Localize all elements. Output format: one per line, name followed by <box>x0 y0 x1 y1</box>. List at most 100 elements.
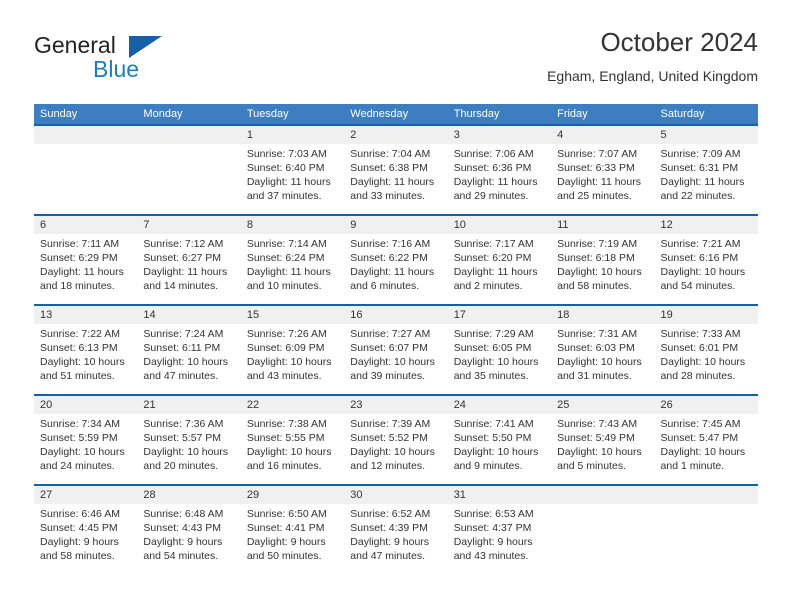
calendar-day-cell[interactable]: 31 Sunrise: 6:53 AM Sunset: 4:37 PM Dayligh… <box>447 486 552 574</box>
calendar-day-cell[interactable]: 3 Sunrise: 7:06 AM Sunset: 6:36 PM Daylight… <box>447 126 552 214</box>
daylight-text-line2: and 58 minutes. <box>40 550 115 562</box>
calendar-day-cell[interactable]: 21 Sunrise: 7:36 AM Sunset: 5:57 PM Dayligh… <box>137 396 241 484</box>
day-number: 30 <box>350 489 363 501</box>
daylight-text-line2: and 20 minutes. <box>143 460 219 472</box>
calendar-day-cell[interactable]: 8 Sunrise: 7:14 AM Sunset: 6:24 PM Daylight… <box>240 216 345 304</box>
calendar-day-cell[interactable]: 25 Sunrise: 7:43 AM Sunset: 5:49 PM Dayligh… <box>551 396 655 484</box>
daylight-text-line2: and 39 minutes. <box>350 370 425 382</box>
day-details: Sunrise: 7:19 AM Sunset: 6:18 PM Daylight:… <box>551 234 654 293</box>
calendar-week-row: 27 Sunrise: 6:46 AM Sunset: 4:45 PM Dayligh… <box>34 484 758 574</box>
daylight-text-line1: Daylight: 10 hours <box>557 446 642 458</box>
sunrise-text: Sunrise: 7:39 AM <box>350 418 431 430</box>
calendar-day-cell[interactable]: 2 Sunrise: 7:04 AM Sunset: 6:38 PM Daylight… <box>344 126 448 214</box>
sunset-text: Sunset: 6:33 PM <box>557 162 635 174</box>
calendar-day-cell[interactable]: 29 Sunrise: 6:50 AM Sunset: 4:41 PM Dayligh… <box>240 486 345 574</box>
daylight-text-line2: and 28 minutes. <box>660 370 736 382</box>
daylight-text-line1: Daylight: 10 hours <box>453 446 539 458</box>
calendar-day-cell[interactable]: 14 Sunrise: 7:24 AM Sunset: 6:11 PM Dayligh… <box>137 306 241 394</box>
calendar-day-cell[interactable]: 4 Sunrise: 7:07 AM Sunset: 6:33 PM Daylight… <box>551 126 655 214</box>
day-number-band: 12 <box>654 216 758 234</box>
sunrise-text: Sunrise: 7:33 AM <box>660 328 741 340</box>
day-number-band: 29 <box>240 486 345 504</box>
sunset-text: Sunset: 6:07 PM <box>350 342 428 354</box>
daylight-text-line1: Daylight: 11 hours <box>557 176 641 188</box>
calendar-day-cell[interactable]: 9 Sunrise: 7:16 AM Sunset: 6:22 PM Daylight… <box>344 216 448 304</box>
calendar-day-cell[interactable]: 28 Sunrise: 6:48 AM Sunset: 4:43 PM Dayligh… <box>137 486 241 574</box>
calendar-day-cell[interactable]: 11 Sunrise: 7:19 AM Sunset: 6:18 PM Dayligh… <box>551 216 655 304</box>
calendar-day-cell[interactable]: 23 Sunrise: 7:39 AM Sunset: 5:52 PM Dayligh… <box>344 396 448 484</box>
calendar-day-cell[interactable]: 1 Sunrise: 7:03 AM Sunset: 6:40 PM Daylight… <box>240 126 345 214</box>
calendar-day-cell[interactable]: 16 Sunrise: 7:27 AM Sunset: 6:07 PM Dayligh… <box>344 306 448 394</box>
day-details: Sunrise: 7:12 AM Sunset: 6:27 PM Daylight:… <box>137 234 240 293</box>
sunrise-text: Sunrise: 7:36 AM <box>143 418 224 430</box>
sunrise-text: Sunrise: 7:45 AM <box>660 418 741 430</box>
day-number: 22 <box>246 399 260 411</box>
calendar-day-cell[interactable]: 5 Sunrise: 7:09 AM Sunset: 6:31 PM Daylight… <box>654 126 758 214</box>
day-number-band: 6 <box>34 216 138 234</box>
daylight-text-line2: and 24 minutes. <box>40 460 115 472</box>
sunset-text: Sunset: 6:09 PM <box>246 342 325 354</box>
calendar-day-cell[interactable]: 24 Sunrise: 7:41 AM Sunset: 5:50 PM Dayligh… <box>447 396 552 484</box>
sunrise-text: Sunrise: 7:12 AM <box>143 238 224 250</box>
day-number-band: 5 <box>654 126 758 144</box>
calendar-day-cell[interactable]: 18 Sunrise: 7:31 AM Sunset: 6:03 PM Dayligh… <box>551 306 655 394</box>
day-number: 21 <box>143 399 156 411</box>
day-number-band: 9 <box>344 216 448 234</box>
day-details: Sunrise: 7:07 AM Sunset: 6:33 PM Daylight:… <box>551 144 654 203</box>
day-details: Sunrise: 7:43 AM Sunset: 5:49 PM Daylight:… <box>551 414 654 473</box>
title-block: October 2024 Egham, England, United King… <box>547 26 758 86</box>
calendar-day-cell[interactable]: 15 Sunrise: 7:26 AM Sunset: 6:09 PM Dayligh… <box>240 306 345 394</box>
daylight-text-line2: and 16 minutes. <box>246 460 322 472</box>
day-number: 2 <box>350 129 357 141</box>
calendar-day-cell[interactable]: 10 Sunrise: 7:17 AM Sunset: 6:20 PM Dayligh… <box>447 216 552 304</box>
day-number: 15 <box>246 309 260 321</box>
sunrise-text: Sunrise: 7:26 AM <box>246 328 327 340</box>
calendar-day-cell[interactable]: 7 Sunrise: 7:12 AM Sunset: 6:27 PM Daylight… <box>137 216 241 304</box>
sunrise-text: Sunrise: 7:16 AM <box>350 238 431 250</box>
calendar-day-cell[interactable]: 17 Sunrise: 7:29 AM Sunset: 6:05 PM Dayligh… <box>447 306 552 394</box>
daylight-text-line2: and 2 minutes. <box>453 280 523 292</box>
daylight-text-line1: Daylight: 9 hours <box>143 536 223 548</box>
page-subtitle: Egham, England, United Kingdom <box>547 68 758 84</box>
day-number-band: 16 <box>344 306 448 324</box>
daylight-text-line1: Daylight: 10 hours <box>350 356 435 368</box>
daylight-text-line1: Daylight: 11 hours <box>143 266 228 278</box>
calendar-day-cell[interactable]: 13 Sunrise: 7:22 AM Sunset: 6:13 PM Dayligh… <box>34 306 138 394</box>
calendar-day-cell[interactable]: 26 Sunrise: 7:45 AM Sunset: 5:47 PM Dayligh… <box>654 396 758 484</box>
day-number: 31 <box>453 489 466 501</box>
daylight-text-line2: and 58 minutes. <box>557 280 632 292</box>
calendar-day-cell[interactable]: 19 Sunrise: 7:33 AM Sunset: 6:01 PM Dayligh… <box>654 306 758 394</box>
daylight-text-line2: and 33 minutes. <box>350 190 425 202</box>
day-number: 27 <box>40 489 53 501</box>
daylight-text-line1: Daylight: 10 hours <box>660 266 746 278</box>
day-details: Sunrise: 6:52 AM Sunset: 4:39 PM Daylight:… <box>344 504 447 563</box>
calendar-day-cell[interactable]: 27 Sunrise: 6:46 AM Sunset: 4:45 PM Dayligh… <box>34 486 138 574</box>
day-number-band: 10 <box>447 216 552 234</box>
calendar-week-row: 1 Sunrise: 7:03 AM Sunset: 6:40 PM Daylight… <box>34 124 758 214</box>
sunset-text: Sunset: 5:57 PM <box>143 432 222 444</box>
logo-triangle-icon <box>129 36 162 58</box>
daylight-text-line2: and 18 minutes. <box>40 280 115 292</box>
sunrise-text: Sunrise: 7:29 AM <box>453 328 534 340</box>
calendar-day-cell[interactable]: 12 Sunrise: 7:21 AM Sunset: 6:16 PM Dayligh… <box>654 216 758 304</box>
day-number-band <box>137 126 241 144</box>
day-details: Sunrise: 7:21 AM Sunset: 6:16 PM Daylight:… <box>655 234 758 293</box>
calendar-day-cell[interactable]: 22 Sunrise: 7:38 AM Sunset: 5:55 PM Dayligh… <box>240 396 345 484</box>
day-number: 24 <box>453 399 466 411</box>
calendar-day-cell[interactable]: 20 Sunrise: 7:34 AM Sunset: 5:59 PM Dayligh… <box>34 396 138 484</box>
daylight-text-line1: Daylight: 10 hours <box>246 446 332 458</box>
daylight-text-line2: and 43 minutes. <box>246 370 322 382</box>
calendar-day-cell[interactable]: 30 Sunrise: 6:52 AM Sunset: 4:39 PM Dayligh… <box>344 486 448 574</box>
daylight-text-line2: and 47 minutes. <box>143 370 219 382</box>
daylight-text-line1: Daylight: 9 hours <box>350 536 430 548</box>
day-number-band: 8 <box>240 216 345 234</box>
day-details: Sunrise: 7:41 AM Sunset: 5:50 PM Daylight:… <box>448 414 551 473</box>
day-details: Sunrise: 7:09 AM Sunset: 6:31 PM Daylight:… <box>655 144 758 203</box>
daylight-text-line1: Daylight: 10 hours <box>246 356 332 368</box>
daylight-text-line2: and 47 minutes. <box>350 550 425 562</box>
calendar-day-cell[interactable]: 6 Sunrise: 7:11 AM Sunset: 6:29 PM Daylight… <box>34 216 138 304</box>
daylight-text-line2: and 35 minutes. <box>453 370 529 382</box>
daylight-text-line2: and 31 minutes. <box>557 370 632 382</box>
day-number: 4 <box>557 129 564 141</box>
sunrise-text: Sunrise: 7:07 AM <box>557 148 638 160</box>
